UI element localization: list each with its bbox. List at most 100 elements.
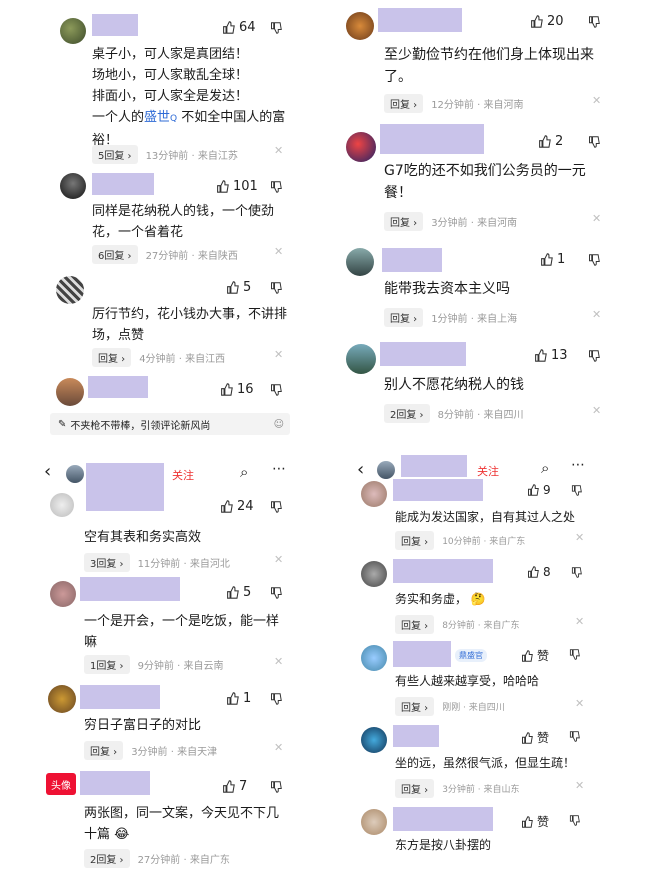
username-redacted[interactable] (380, 342, 466, 366)
username-redacted[interactable] (80, 771, 150, 795)
username-redacted[interactable] (80, 577, 180, 601)
reply-button[interactable]: 2回复 › (84, 849, 130, 868)
reply-button[interactable]: 回复 › (384, 94, 424, 113)
username-redacted[interactable] (88, 376, 148, 398)
close-icon[interactable]: ✕ (274, 348, 283, 361)
avatar[interactable] (361, 645, 387, 671)
close-icon[interactable]: ✕ (592, 212, 601, 225)
reply-button[interactable]: 1回复 › (84, 655, 130, 674)
thumbs-down-icon[interactable] (270, 781, 282, 793)
avatar[interactable] (361, 561, 387, 587)
search-icon[interactable]: ⌕ (541, 459, 549, 477)
close-icon[interactable]: ✕ (575, 615, 584, 628)
reply-button[interactable]: 回复 › (395, 779, 435, 798)
close-icon[interactable]: ✕ (274, 144, 283, 157)
avatar[interactable] (361, 727, 387, 753)
back-arrow-icon[interactable]: ‹ (44, 461, 51, 482)
like-button[interactable]: 64 (222, 20, 256, 35)
username-redacted[interactable] (92, 14, 138, 36)
avatar[interactable] (361, 809, 387, 835)
like-button[interactable]: 1 (226, 691, 251, 706)
like-button[interactable]: 5 (226, 585, 251, 600)
like-button[interactable]: 16 (220, 382, 254, 397)
thumbs-down-icon[interactable] (270, 384, 282, 396)
thumbs-down-icon[interactable] (270, 282, 282, 294)
username-redacted[interactable] (393, 479, 483, 501)
avatar[interactable] (346, 132, 376, 162)
like-button[interactable]: 2 (538, 134, 563, 149)
topic-link[interactable]: 盛世 (144, 110, 170, 125)
close-icon[interactable]: ✕ (575, 697, 584, 710)
close-icon[interactable]: ✕ (274, 655, 283, 668)
username-redacted[interactable] (393, 559, 493, 583)
close-icon[interactable]: ✕ (274, 245, 283, 258)
avatar[interactable] (66, 465, 84, 483)
thumbs-down-icon[interactable] (569, 731, 581, 743)
avatar[interactable] (50, 493, 74, 517)
like-button[interactable]: 赞 (521, 647, 549, 664)
avatar[interactable] (48, 685, 76, 713)
reply-button[interactable]: 5回复 › (92, 145, 138, 164)
like-button[interactable]: 8 (527, 565, 551, 579)
reply-button[interactable]: 回复 › (384, 212, 424, 231)
reply-button[interactable]: 3回复 › (84, 553, 130, 572)
thumbs-down-icon[interactable] (270, 587, 282, 599)
avatar[interactable] (377, 461, 395, 479)
thumbs-down-icon[interactable] (270, 22, 282, 34)
avatar[interactable] (346, 12, 374, 40)
avatar[interactable] (56, 276, 84, 304)
username-redacted[interactable] (393, 807, 493, 831)
more-icon[interactable]: ⋯ (272, 461, 286, 477)
like-button[interactable]: 101 (216, 179, 258, 194)
emoji-icon[interactable]: ☺ (274, 419, 284, 430)
username-redacted[interactable] (378, 8, 462, 32)
thumbs-down-icon[interactable] (569, 649, 581, 661)
username-redacted[interactable] (80, 685, 160, 709)
avatar[interactable] (56, 378, 84, 406)
close-icon[interactable]: ✕ (575, 531, 584, 544)
like-button[interactable]: 20 (530, 14, 564, 29)
comment-input[interactable]: ✎ 不夹枪不带棒，引领评论新风尚 ☺ (50, 413, 290, 435)
like-button[interactable]: 5 (226, 280, 251, 295)
avatar[interactable] (60, 173, 86, 199)
username-redacted[interactable] (382, 248, 442, 272)
close-icon[interactable]: ✕ (592, 308, 601, 321)
thumbs-down-icon[interactable] (569, 815, 581, 827)
thumbs-down-icon[interactable] (588, 254, 600, 266)
reply-button[interactable]: 回复 › (395, 531, 435, 550)
thumbs-down-icon[interactable] (588, 350, 600, 362)
like-button[interactable]: 赞 (521, 729, 549, 746)
reply-button[interactable]: 回复 › (384, 308, 424, 327)
reply-button[interactable]: 回复 › (395, 615, 435, 634)
avatar[interactable] (346, 248, 374, 276)
reply-button[interactable]: 2回复 › (384, 404, 430, 423)
reply-button[interactable]: 回复 › (92, 348, 132, 367)
thumbs-down-icon[interactable] (270, 501, 282, 513)
more-icon[interactable]: ⋯ (571, 457, 585, 473)
reply-button[interactable]: 6回复 › (92, 245, 138, 264)
username-redacted[interactable] (86, 463, 164, 511)
like-button[interactable]: 赞 (521, 813, 549, 830)
thumbs-down-icon[interactable] (270, 181, 282, 193)
back-arrow-icon[interactable]: ‹ (357, 459, 364, 480)
thumbs-down-icon[interactable] (270, 693, 282, 705)
like-button[interactable]: 7 (222, 779, 247, 794)
close-icon[interactable]: ✕ (274, 553, 283, 566)
like-button[interactable]: 24 (220, 499, 254, 514)
avatar[interactable] (361, 481, 387, 507)
follow-button[interactable]: 关注 (477, 463, 499, 479)
avatar[interactable] (50, 581, 76, 607)
username-redacted[interactable] (401, 455, 467, 477)
like-button[interactable]: 9 (527, 483, 551, 497)
avatar[interactable] (346, 344, 376, 374)
close-icon[interactable]: ✕ (592, 94, 601, 107)
username-redacted[interactable] (393, 641, 451, 667)
close-icon[interactable]: ✕ (575, 779, 584, 792)
username-redacted[interactable] (393, 725, 439, 747)
like-button[interactable]: 13 (534, 348, 568, 363)
reply-button[interactable]: 回复 › (84, 741, 124, 760)
thumbs-down-icon[interactable] (571, 567, 583, 579)
thumbs-down-icon[interactable] (588, 136, 600, 148)
follow-button[interactable]: 关注 (172, 467, 194, 483)
reply-button[interactable]: 回复 › (395, 697, 435, 716)
